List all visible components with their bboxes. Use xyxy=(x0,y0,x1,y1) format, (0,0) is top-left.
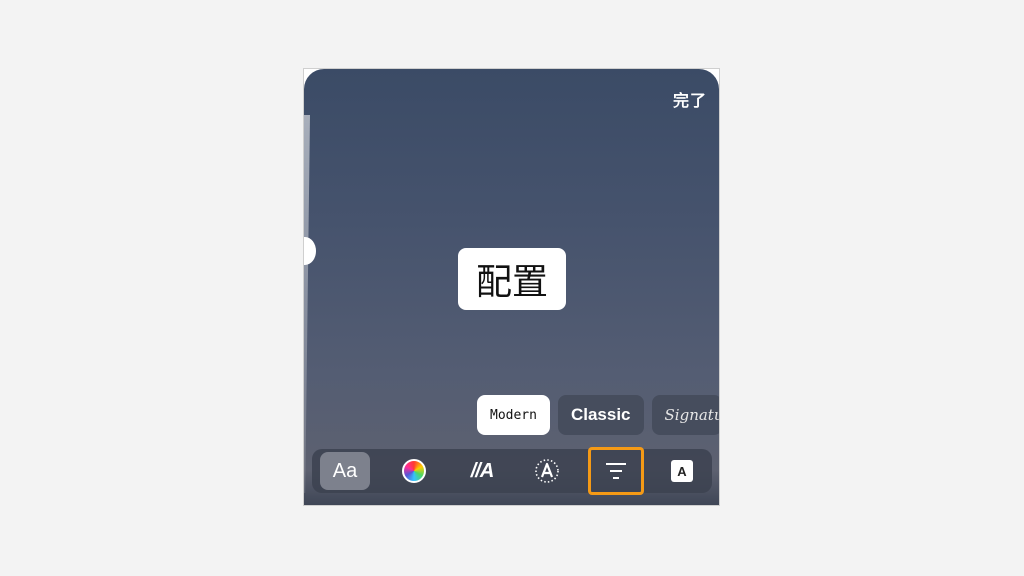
font-style-icon: Aa xyxy=(332,459,358,482)
text-effect-button[interactable] xyxy=(522,452,572,490)
font-option-classic[interactable]: Classic xyxy=(557,395,644,435)
font-option-modern[interactable]: Modern xyxy=(477,395,550,435)
text-effect-icon xyxy=(535,459,559,483)
font-selector: Modern Classic Signatu xyxy=(477,395,719,435)
font-option-signature[interactable]: Signatu xyxy=(651,395,719,435)
font-style-button[interactable]: Aa xyxy=(320,452,370,490)
text-sticker[interactable]: 配置 xyxy=(458,248,566,310)
text-align-icon xyxy=(606,463,626,479)
text-tools-toolbar: Aa //A A xyxy=(312,447,712,495)
text-align-button[interactable] xyxy=(588,447,644,495)
story-editor-frame: 完了 配置 Modern Classic Signatu Aa //A A xyxy=(303,68,720,506)
animation-icon: //A xyxy=(470,459,495,482)
color-wheel-icon xyxy=(402,459,426,483)
animation-button[interactable]: //A xyxy=(457,452,507,490)
done-button[interactable]: 完了 xyxy=(673,87,707,111)
text-background-icon: A xyxy=(671,460,693,482)
font-size-slider-track[interactable] xyxy=(304,115,310,493)
color-button[interactable] xyxy=(389,452,439,490)
text-background-button[interactable]: A xyxy=(657,452,707,490)
font-size-slider-handle[interactable] xyxy=(304,237,316,265)
story-canvas[interactable]: 完了 配置 Modern Classic Signatu Aa //A A xyxy=(304,69,719,505)
